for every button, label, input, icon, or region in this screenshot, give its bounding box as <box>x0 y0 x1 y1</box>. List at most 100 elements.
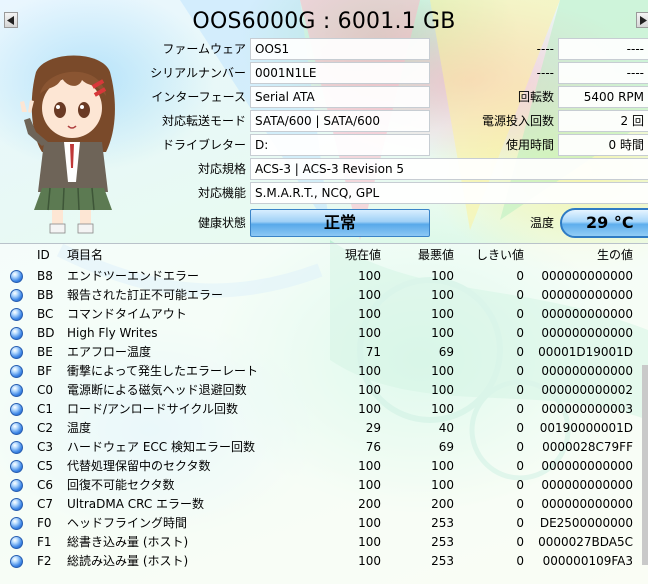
header-current[interactable]: 現在値 <box>345 246 381 265</box>
cell-name: ヘッドフライング時間 <box>67 516 188 530</box>
header-id[interactable]: ID <box>37 246 50 265</box>
cell-current: 100 <box>358 288 381 302</box>
status-dot-icon <box>10 289 23 302</box>
standard-label: 対応規格 <box>197 162 246 176</box>
cell-id: BE <box>37 345 53 359</box>
table-row[interactable]: F2 総読み込み量 (ホスト) 100 253 0 000000109FA3 <box>0 552 648 571</box>
serial-number-value: 0001N1LE <box>250 62 430 84</box>
cell-threshold: 0 <box>516 478 524 492</box>
table-header: ID 項目名 現在値 最悪値 しきい値 生の値 <box>0 246 648 265</box>
temperature-button[interactable]: 29 °C <box>560 208 648 238</box>
cell-worst: 253 <box>431 516 454 530</box>
power-on-hours-value: 0 時間 <box>558 134 648 156</box>
header-worst[interactable]: 最悪値 <box>418 246 454 265</box>
table-row[interactable]: BD High Fly Writes 100 100 0 000000000000 <box>0 324 648 343</box>
table-row[interactable]: F0 ヘッドフライング時間 100 253 0 DE2500000000 <box>0 514 648 533</box>
cell-current: 100 <box>358 326 381 340</box>
cell-worst: 100 <box>431 364 454 378</box>
cell-name: 総読み込み量 (ホスト) <box>67 554 189 568</box>
cell-threshold: 0 <box>516 554 524 568</box>
health-status-label: 健康状態 <box>197 216 246 230</box>
status-dot-icon <box>10 422 23 435</box>
status-dot-icon <box>10 514 23 530</box>
cell-raw: 000000000000 <box>541 288 633 302</box>
table-row[interactable]: BC コマンドタイムアウト 100 100 0 000000000000 <box>0 305 648 324</box>
table-row[interactable]: BE エアフロー温度 71 69 0 00001D19001D <box>0 343 648 362</box>
header-name[interactable]: 項目名 <box>67 246 103 265</box>
table-row[interactable]: BF 衝撃によって発生したエラーレート 100 100 0 000000000000 <box>0 362 648 381</box>
cell-raw: 000000109FA3 <box>542 554 633 568</box>
status-dot-icon <box>10 324 23 340</box>
cell-id: F2 <box>37 554 52 568</box>
serial-number-label: シリアルナンバー <box>150 66 246 80</box>
cell-raw: 00190000001D <box>539 421 633 435</box>
cell-current: 100 <box>358 459 381 473</box>
table-row[interactable]: C1 ロード/アンロードサイクル回数 100 100 0 000000000003 <box>0 400 648 419</box>
table-row[interactable]: C0 電源断による磁気ヘッド退避回数 100 100 0 000000000002 <box>0 381 648 400</box>
cell-raw: 000000000000 <box>541 497 633 511</box>
status-dot-icon <box>10 536 23 549</box>
status-dot-icon <box>10 479 23 492</box>
cell-threshold: 0 <box>516 516 524 530</box>
table-scrollbar[interactable] <box>642 365 648 565</box>
cell-name: 衝撃によって発生したエラーレート <box>67 364 259 378</box>
cell-raw: 0000027BDA5C <box>538 535 633 549</box>
status-dot-icon <box>10 495 23 511</box>
cell-raw: DE2500000000 <box>539 516 633 530</box>
cell-name: エンドツーエンドエラー <box>67 269 200 283</box>
cell-id: C0 <box>37 383 54 397</box>
table-row[interactable]: C7 UltraDMA CRC エラー数 200 200 0 000000000000 <box>0 495 648 514</box>
status-dot-icon <box>10 552 23 568</box>
cell-worst: 69 <box>438 440 454 454</box>
cell-raw: 000000000002 <box>541 383 633 397</box>
cell-id: BD <box>37 326 55 340</box>
status-dot-icon <box>10 381 23 397</box>
status-dot-icon <box>10 384 23 397</box>
health-status-button[interactable]: 正常 <box>250 209 430 237</box>
cell-raw: 000000000000 <box>541 459 633 473</box>
table-row[interactable]: C3 ハードウェア ECC 検知エラー回数 76 69 0 0000028C79FF <box>0 438 648 457</box>
table-row[interactable]: B8 エンドツーエンドエラー 100 100 0 000000000000 <box>0 267 648 286</box>
table-row[interactable]: F1 総書き込み量 (ホスト) 100 253 0 0000027BDA5C <box>0 533 648 552</box>
power-on-count-label: 電源投入回数 <box>481 114 554 128</box>
cell-name: エアフロー温度 <box>67 345 152 359</box>
table-row[interactable]: C2 温度 29 40 0 00190000001D <box>0 419 648 438</box>
status-dot-icon <box>10 457 23 473</box>
cell-current: 100 <box>358 402 381 416</box>
cell-name: 回復不可能セクタ数 <box>67 478 175 492</box>
header-raw[interactable]: 生の値 <box>597 246 633 265</box>
cell-raw: 000000000000 <box>541 478 633 492</box>
cell-threshold: 0 <box>516 535 524 549</box>
table-row[interactable]: BB 報告された訂正不可能エラー 100 100 0 000000000000 <box>0 286 648 305</box>
rotation-rate-label: 回転数 <box>517 90 554 104</box>
cell-threshold: 0 <box>516 459 524 473</box>
transfer-mode-label: 対応転送モード <box>161 114 246 128</box>
interface-value: Serial ATA <box>250 86 430 108</box>
table-row[interactable]: C5 代替処理保留中のセクタ数 100 100 0 000000000000 <box>0 457 648 476</box>
cell-current: 100 <box>358 307 381 321</box>
drive-letter-label: ドライブレター <box>161 138 246 152</box>
cell-worst: 100 <box>431 402 454 416</box>
firmware-value: OOS1 <box>250 38 430 60</box>
cell-current: 100 <box>358 269 381 283</box>
cell-threshold: 0 <box>516 383 524 397</box>
drive-letter-value: D: <box>250 134 430 156</box>
status-dot-icon <box>10 308 23 321</box>
right-info-value-2: ---- <box>558 62 648 84</box>
status-dot-icon <box>10 403 23 416</box>
cell-name: ロード/アンロードサイクル回数 <box>67 402 238 416</box>
interface-label: インターフェース <box>151 90 246 104</box>
cell-name: コマンドタイムアウト <box>67 307 187 321</box>
previous-disk-button[interactable] <box>4 12 18 28</box>
cell-threshold: 0 <box>516 307 524 321</box>
cell-raw: 000000000000 <box>541 307 633 321</box>
cell-id: BB <box>37 288 54 302</box>
cell-name: 温度 <box>67 421 92 435</box>
table-row[interactable]: C6 回復不可能セクタ数 100 100 0 000000000000 <box>0 476 648 495</box>
mascot-character-image <box>20 55 115 234</box>
status-dot-icon <box>10 419 23 435</box>
header-threshold[interactable]: しきい値 <box>476 246 524 265</box>
status-dot-icon <box>10 286 23 302</box>
cell-current: 76 <box>365 440 381 454</box>
next-disk-button[interactable] <box>636 12 648 28</box>
